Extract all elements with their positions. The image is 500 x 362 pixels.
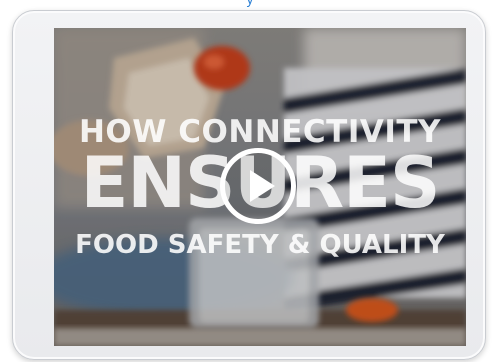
video-player[interactable]: HOW CONNECTIVITY ENSURES FOOD SAFETY & Q… [54,28,466,346]
top-link-fragment[interactable]: y [0,0,500,8]
play-button[interactable] [220,148,296,224]
play-icon [250,170,275,202]
top-link-text[interactable]: y [247,0,254,7]
